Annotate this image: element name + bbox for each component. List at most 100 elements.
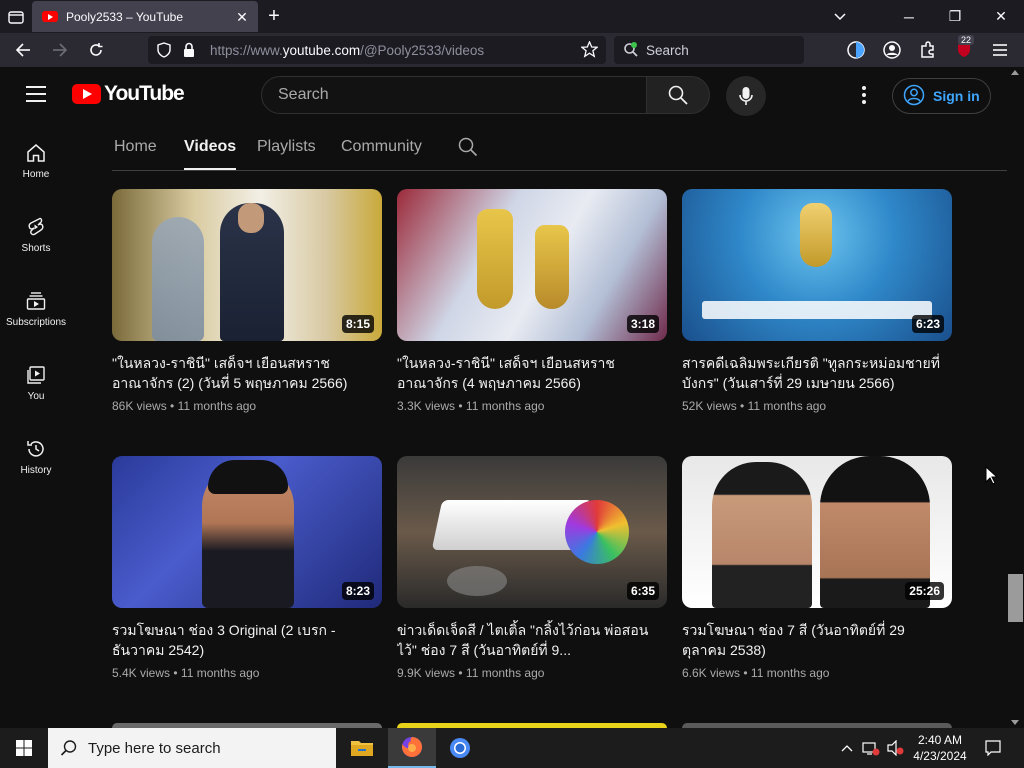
firefox-icon xyxy=(402,736,423,757)
you-icon xyxy=(27,366,45,384)
video-card[interactable]: 25:26 รวมโฆษณา ช่อง 7 สี (วันอาทิตย์ที่ … xyxy=(682,456,952,680)
close-window-button[interactable]: ✕ xyxy=(978,0,1024,33)
video-duration: 8:15 xyxy=(341,315,374,333)
video-card[interactable]: 3:18 "ในหลวง-ราชินี" เสด็จฯ เยือนสหราชอา… xyxy=(397,189,667,413)
app-menu-icon[interactable] xyxy=(989,39,1011,61)
taskbar-search-placeholder: Type here to search xyxy=(88,739,221,757)
windows-logo-icon xyxy=(16,740,32,756)
video-thumbnail[interactable]: 3:18 xyxy=(397,189,667,341)
video-thumbnail[interactable]: 8:15 xyxy=(112,189,382,341)
video-card[interactable]: 8:23 รวมโฆษณา ช่อง 3 Original (2 เบรก - … xyxy=(112,456,382,680)
video-title[interactable]: รวมโฆษณา ช่อง 3 Original (2 เบรก - ธันวา… xyxy=(112,620,382,660)
show-hidden-icons-chevron[interactable] xyxy=(838,728,856,768)
sidebar-item-subscriptions[interactable]: Subscriptions xyxy=(0,271,72,345)
youtube-header: YouTube Search Sign in xyxy=(0,67,1024,123)
channel-search-icon[interactable] xyxy=(458,137,478,162)
browser-search-placeholder: Search xyxy=(646,42,689,58)
list-all-tabs-icon[interactable] xyxy=(830,7,850,27)
video-thumbnail[interactable]: 8:23 xyxy=(112,456,382,608)
address-bar[interactable]: https://www.youtube.com/@Pooly2533/video… xyxy=(148,36,606,64)
scroll-up-arrow-icon[interactable] xyxy=(1011,70,1019,75)
start-button[interactable] xyxy=(0,728,48,768)
search-engine-icon xyxy=(623,42,639,61)
video-title[interactable]: รวมโฆษณา ช่อง 7 สี (วันอาทิตย์ที่ 29 ตุล… xyxy=(682,620,952,660)
restore-button[interactable]: ❐ xyxy=(932,0,978,33)
mouse-cursor-icon xyxy=(985,466,997,485)
clock-date: 4/23/2024 xyxy=(913,749,967,763)
search-icon xyxy=(60,740,77,756)
extensions-puzzle-icon[interactable] xyxy=(917,39,939,61)
video-thumbnail[interactable]: 25:26 xyxy=(682,456,952,608)
video-duration: 25:26 xyxy=(905,582,944,600)
tab-list-icon[interactable] xyxy=(6,7,26,27)
back-button[interactable] xyxy=(12,39,34,61)
sidebar-label-subscriptions: Subscriptions xyxy=(5,317,67,328)
video-thumbnail[interactable]: 6:35 xyxy=(397,456,667,608)
video-duration: 8:23 xyxy=(341,582,374,600)
scrollbar-thumb[interactable] xyxy=(1008,574,1023,622)
sidebar-item-you[interactable]: You xyxy=(0,345,72,419)
youtube-search-button[interactable] xyxy=(646,76,710,114)
chrome-icon xyxy=(450,738,470,758)
video-title[interactable]: ข่าวเด็ดเจ็ดสี / ไตเติ้ล "กลิ้งไว้ก่อน พ… xyxy=(397,620,667,660)
page-scrollbar[interactable] xyxy=(1007,67,1024,728)
video-card[interactable]: 8:15 "ในหลวง-ราชินี" เสด็จฯ เยือนสหราชอา… xyxy=(112,189,382,413)
browser-search-bar[interactable]: Search xyxy=(614,36,804,64)
sidebar-item-shorts[interactable]: Shorts xyxy=(0,197,72,271)
extension-badge: 22 xyxy=(958,35,975,45)
sign-in-label: Sign in xyxy=(933,88,980,104)
video-card[interactable]: 6:23 สารคดีเฉลิมพระเกียรติ "ทูลกระหม่อมช… xyxy=(682,189,952,413)
settings-more-icon[interactable] xyxy=(856,84,872,106)
notifications-icon[interactable] xyxy=(978,728,1008,768)
taskbar-chrome[interactable] xyxy=(436,728,484,768)
youtube-logo-text: YouTube xyxy=(104,82,185,105)
video-thumbnail[interactable]: 6:23 xyxy=(682,189,952,341)
lock-icon[interactable] xyxy=(182,42,196,63)
sidebar-item-history[interactable]: History xyxy=(0,419,72,493)
voice-search-button[interactable] xyxy=(726,76,766,116)
close-tab-icon[interactable]: ✕ xyxy=(234,9,250,25)
sidebar-label-shorts: Shorts xyxy=(21,243,51,254)
user-circle-icon xyxy=(903,84,925,109)
tracking-protection-icon[interactable] xyxy=(156,42,172,63)
video-card[interactable]: 6:35 ข่าวเด็ดเจ็ดสี / ไตเติ้ล "กลิ้งไว้ก… xyxy=(397,456,667,680)
volume-muted-icon[interactable] xyxy=(884,728,906,768)
taskbar-firefox[interactable] xyxy=(388,728,436,768)
taskbar-search-box[interactable]: Type here to search xyxy=(48,728,336,768)
video-title[interactable]: "ในหลวง-ราชินี" เสด็จฯ เยือนสหราชอาณาจัก… xyxy=(397,353,667,393)
scroll-down-arrow-icon[interactable] xyxy=(1011,720,1019,725)
tab-community[interactable]: Community xyxy=(341,138,422,156)
new-tab-button[interactable]: + xyxy=(264,6,284,27)
reload-button[interactable] xyxy=(85,39,107,61)
video-meta: 52K views • 11 months ago xyxy=(682,399,827,413)
tab-playlists[interactable]: Playlists xyxy=(257,138,316,156)
taskbar-clock[interactable]: 2:40 AM 4/23/2024 xyxy=(905,732,975,764)
youtube-search-input[interactable]: Search xyxy=(261,76,647,114)
browser-tab-active[interactable]: Pooly2533 – YouTube ✕ xyxy=(32,1,258,32)
vpn-extension-icon[interactable] xyxy=(845,39,867,61)
tab-home[interactable]: Home xyxy=(114,138,157,156)
forward-button[interactable] xyxy=(49,39,71,61)
youtube-logo[interactable]: YouTube xyxy=(72,82,185,106)
channel-tabs: Home Videos Playlists Community xyxy=(112,123,1007,171)
video-meta: 9.9K views • 11 months ago xyxy=(397,666,545,680)
guide-menu-icon[interactable] xyxy=(26,86,46,102)
bookmark-star-icon[interactable] xyxy=(580,40,599,63)
clock-time: 2:40 AM xyxy=(917,733,963,747)
sidebar-label-history: History xyxy=(20,465,52,476)
network-icon[interactable] xyxy=(860,728,882,768)
sidebar-item-home[interactable]: Home xyxy=(0,123,72,197)
sign-in-button[interactable]: Sign in xyxy=(892,78,991,114)
taskbar-file-explorer[interactable] xyxy=(338,728,386,768)
subscriptions-icon xyxy=(26,292,46,310)
video-duration: 3:18 xyxy=(626,315,659,333)
browser-tab-bar: Pooly2533 – YouTube ✕ + ─ ❐ ✕ xyxy=(0,0,1024,33)
account-icon[interactable] xyxy=(881,39,903,61)
minimize-button[interactable]: ─ xyxy=(886,0,932,33)
tab-videos[interactable]: Videos xyxy=(184,138,237,170)
video-title[interactable]: สารคดีเฉลิมพระเกียรติ "ทูลกระหม่อมชายที่… xyxy=(682,353,952,393)
video-title[interactable]: "ในหลวง-ราชินี" เสด็จฯ เยือนสหราชอาณาจัก… xyxy=(112,353,382,393)
tab-title: Pooly2533 – YouTube xyxy=(66,9,183,24)
video-meta: 86K views • 11 months ago xyxy=(112,399,257,413)
url-text: https://www.youtube.com/@Pooly2533/video… xyxy=(210,42,485,58)
